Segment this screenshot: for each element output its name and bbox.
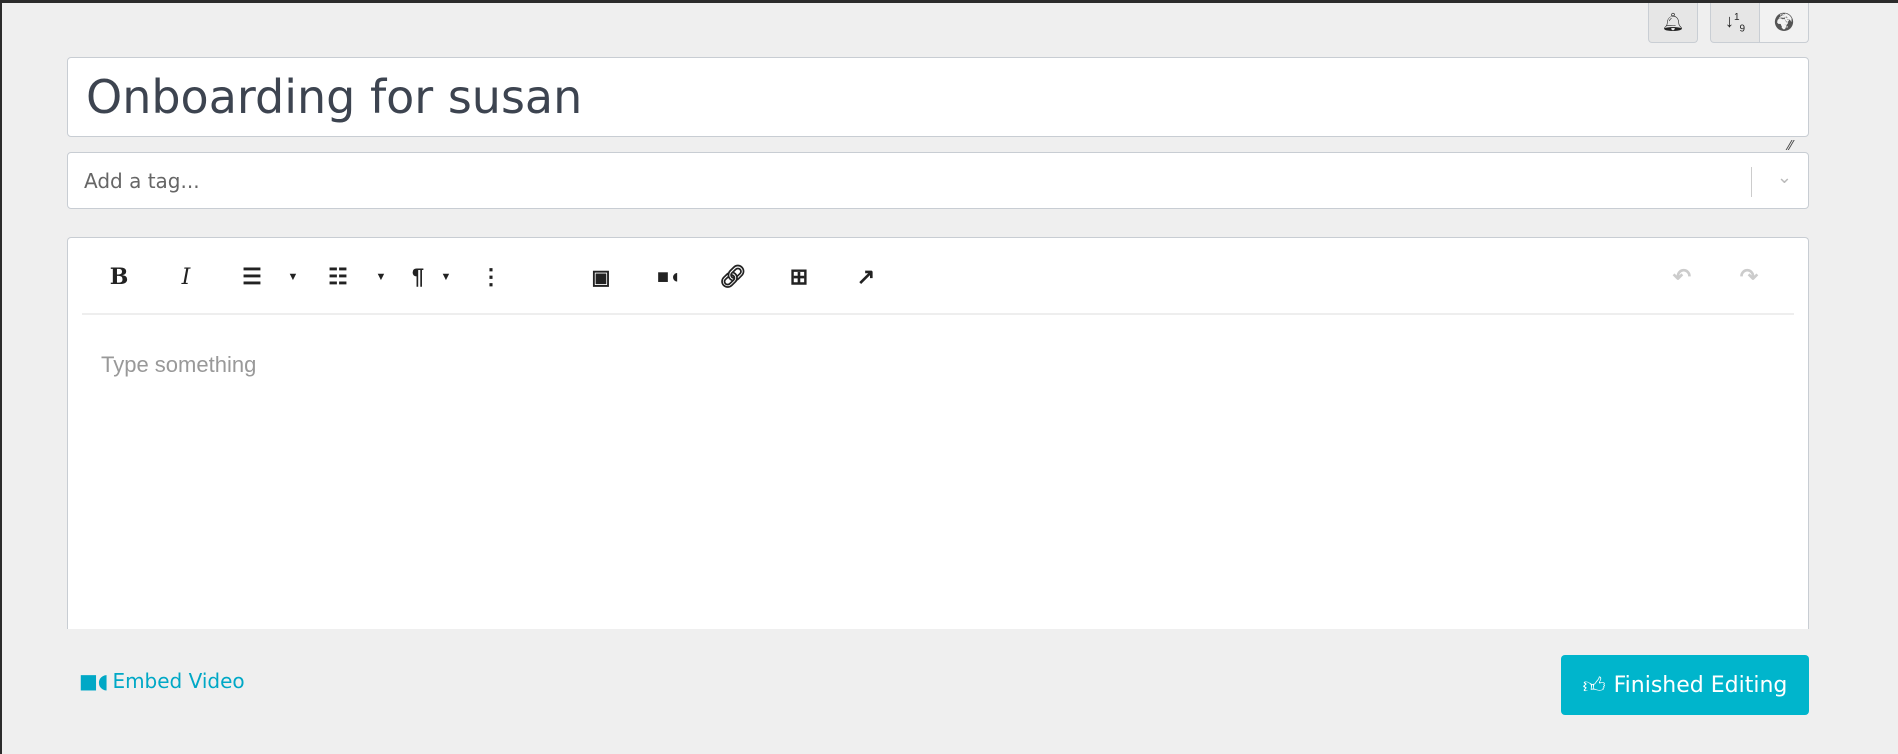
bold-icon[interactable]: B	[104, 262, 134, 292]
ordered-list-icon[interactable]: ☰	[237, 262, 267, 292]
globe-icon: 🌍︎	[1772, 12, 1796, 32]
notifications-button[interactable]: 🔔︎	[1648, 3, 1698, 43]
finished-editing-button[interactable]: 👍︎ Finished Editing	[1561, 655, 1809, 715]
title-input[interactable]: Onboarding for susan ⁄⁄	[67, 57, 1809, 154]
image-icon[interactable]: ▣	[586, 262, 616, 292]
table-icon[interactable]: ⊞	[784, 262, 814, 292]
bullet-list-icon[interactable]: ☷	[323, 262, 353, 292]
more-vertical-icon[interactable]: ⋮	[476, 262, 506, 292]
title-text: Onboarding for susan	[86, 70, 583, 124]
caret-down-icon[interactable]: ▼	[286, 262, 300, 292]
divider	[1751, 167, 1752, 197]
visibility-button[interactable]: 🌍︎	[1759, 3, 1809, 43]
editor-placeholder: Type something	[101, 352, 257, 377]
italic-icon[interactable]: I	[171, 262, 201, 292]
sort-button[interactable]: ↓19	[1710, 3, 1760, 43]
toolbar-divider	[82, 313, 1794, 315]
chevron-down-icon[interactable]: ⌄	[1777, 167, 1792, 188]
link-icon[interactable]: 🔗︎	[718, 262, 748, 292]
tag-placeholder: Add a tag...	[84, 168, 200, 193]
video-icon[interactable]: ■◖	[654, 262, 684, 292]
rich-text-editor[interactable]: B I ☰ ▼ ☷ ▼ ¶ ▼ ⋮ ▣ ■◖ 🔗︎ ⊞ ↗ ↶ ↷ Type s…	[67, 237, 1809, 629]
embed-video-label: Embed Video	[112, 669, 245, 693]
sort-numeric-icon: ↓19	[1724, 10, 1746, 35]
caret-down-icon[interactable]: ▼	[439, 262, 453, 292]
tag-input[interactable]: Add a tag... ⌄	[67, 152, 1809, 209]
caret-down-icon[interactable]: ▼	[374, 262, 388, 292]
external-link-icon[interactable]: ↗	[851, 262, 881, 292]
finished-editing-label: Finished Editing	[1613, 672, 1788, 698]
redo-icon[interactable]: ↷	[1734, 262, 1764, 292]
thumbs-up-icon: 👍︎	[1582, 673, 1606, 699]
embed-video-link[interactable]: ■◖ Embed Video	[79, 669, 245, 693]
video-icon: ■◖	[79, 669, 109, 693]
undo-icon[interactable]: ↶	[1667, 262, 1697, 292]
bell-icon: 🔔︎	[1661, 12, 1685, 32]
paragraph-icon[interactable]: ¶	[403, 262, 433, 292]
resize-handle-icon[interactable]: ⁄⁄	[1788, 118, 1804, 154]
